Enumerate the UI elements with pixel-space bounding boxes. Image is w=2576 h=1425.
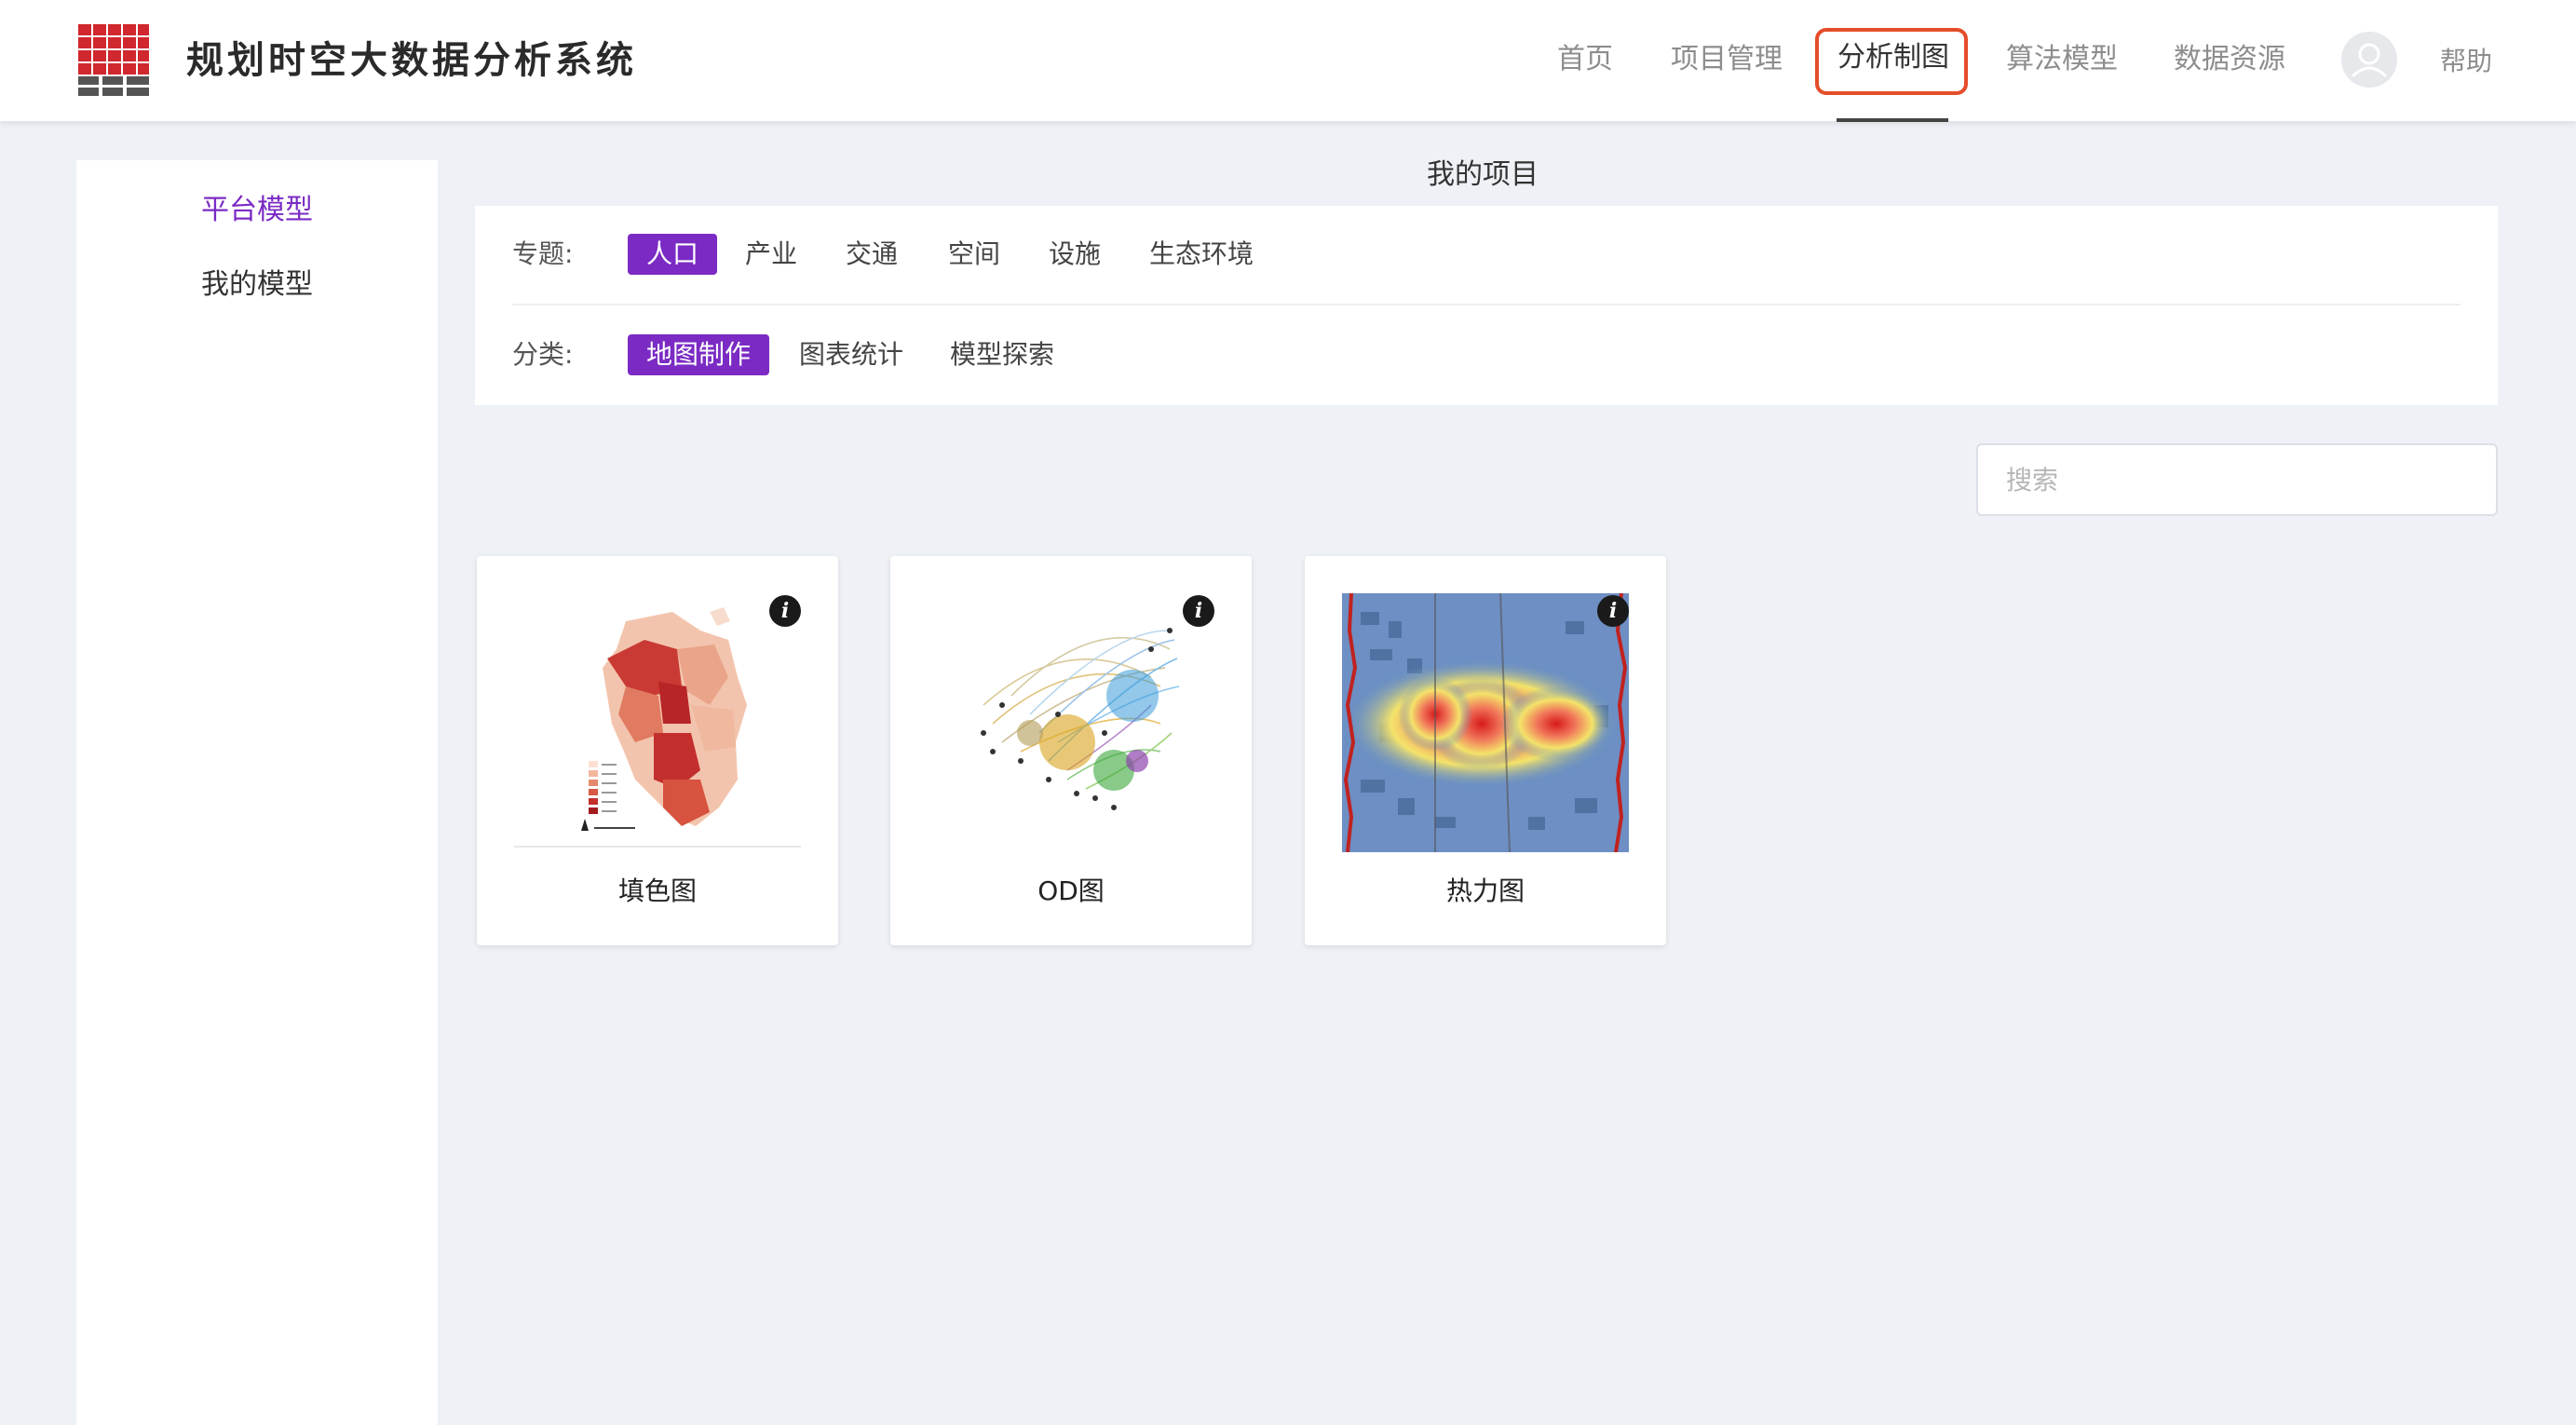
- heat-map-thumbnail: [1342, 593, 1629, 852]
- filter-panel: 专题: 人口 产业 交通 空间 设施 生态环境 分类: 地图制作 图表统计 模型…: [475, 206, 2498, 405]
- nav-help[interactable]: 帮助: [2440, 39, 2492, 84]
- nav-project-management[interactable]: 项目管理: [1671, 37, 1783, 82]
- info-icon[interactable]: i: [1183, 595, 1214, 627]
- nav-home[interactable]: 首页: [1557, 37, 1613, 82]
- topic-option-population[interactable]: 人口: [628, 234, 717, 275]
- topic-option-ecology[interactable]: 生态环境: [1149, 234, 1254, 275]
- page-title: 我的项目: [1427, 158, 1539, 191]
- search-input[interactable]: [1976, 443, 2498, 516]
- nav-active-underline: [1837, 118, 1948, 122]
- category-option-model-exploration[interactable]: 模型探索: [950, 334, 1054, 375]
- nav-data-resources[interactable]: 数据资源: [2174, 37, 2285, 82]
- od-flow-map-thumbnail: [928, 593, 1214, 852]
- info-icon[interactable]: i: [1597, 595, 1629, 627]
- category-option-map-making[interactable]: 地图制作: [628, 334, 769, 375]
- app-logo[interactable]: [78, 24, 149, 97]
- nav-analysis-mapping[interactable]: 分析制图: [1837, 35, 1949, 80]
- model-card-choropleth[interactable]: i 填色图: [477, 556, 838, 945]
- info-icon[interactable]: i: [769, 595, 801, 627]
- app-title: 规划时空大数据分析系统: [186, 39, 637, 82]
- category-label: 分类:: [512, 339, 574, 370]
- choropleth-map-thumbnail: [514, 593, 801, 852]
- filter-divider: [512, 304, 2461, 305]
- top-header: 规划时空大数据分析系统 首页 项目管理 分析制图 算法模型 数据资源 帮助: [0, 0, 2576, 122]
- topic-option-space[interactable]: 空间: [948, 234, 1000, 275]
- model-card-od[interactable]: i OD图: [890, 556, 1252, 945]
- model-card-heatmap[interactable]: i 热力图: [1305, 556, 1666, 945]
- sidebar-item-my-models[interactable]: 我的模型: [201, 265, 313, 305]
- topic-option-facilities[interactable]: 设施: [1049, 234, 1101, 275]
- topic-option-industry[interactable]: 产业: [745, 234, 797, 275]
- card-label: 填色图: [617, 875, 697, 906]
- topic-label: 专题:: [512, 238, 574, 269]
- category-option-chart-statistics[interactable]: 图表统计: [799, 334, 903, 375]
- sidebar-item-platform-models[interactable]: 平台模型: [201, 190, 313, 231]
- user-avatar-icon[interactable]: [2341, 32, 2397, 88]
- topic-option-transport[interactable]: 交通: [846, 234, 898, 275]
- left-sidebar: 平台模型 我的模型: [76, 160, 438, 1425]
- card-label: OD图: [1037, 875, 1105, 906]
- nav-algorithm-models[interactable]: 算法模型: [2006, 37, 2118, 82]
- card-label: 热力图: [1445, 875, 1525, 906]
